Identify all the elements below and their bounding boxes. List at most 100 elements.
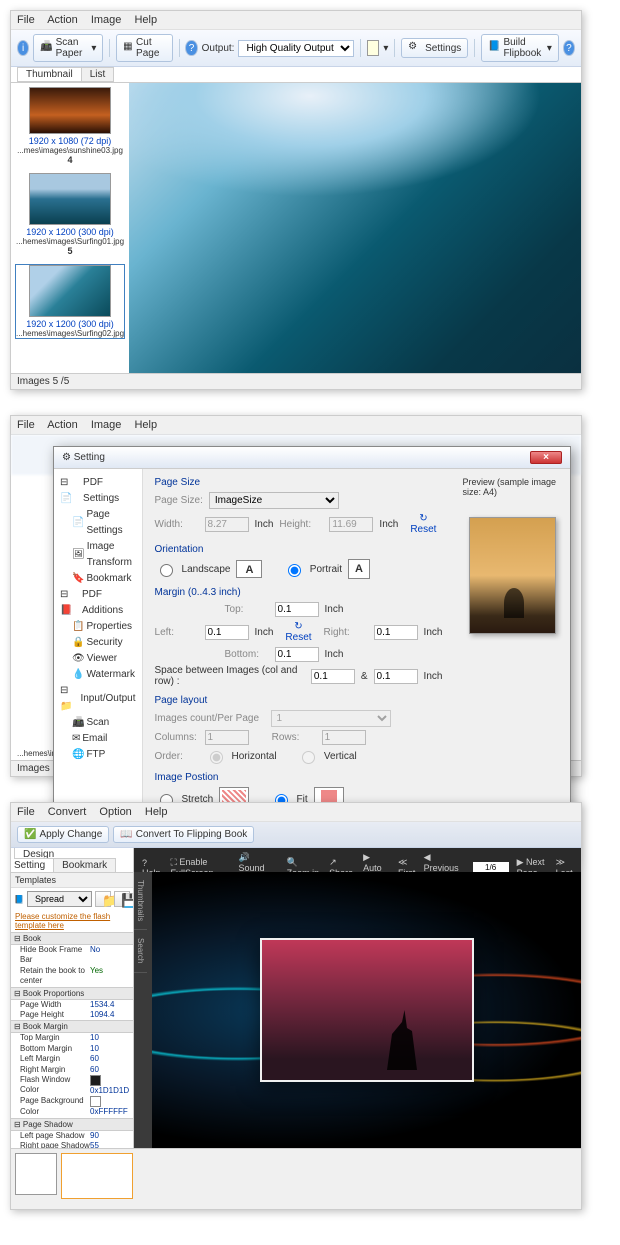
menu-file[interactable]: File [17, 419, 35, 431]
portrait-radio[interactable] [288, 564, 301, 577]
menu-bar: File Action Image Help [11, 416, 581, 435]
prop-row[interactable]: Page Height1094.4 [11, 1010, 133, 1020]
top-label: Top: [225, 604, 269, 615]
prop-row[interactable]: Retain the book to centerYes [11, 966, 133, 987]
preview-image [469, 517, 556, 634]
bottom-input[interactable] [275, 647, 319, 662]
reset-margin-button[interactable]: ↻ Reset [279, 620, 317, 644]
tree-page-settings[interactable]: 📄 Page Settings [72, 507, 136, 539]
settings-button[interactable]: ⚙Settings [401, 38, 468, 58]
flipbook-page[interactable] [260, 938, 474, 1082]
tree-watermark[interactable]: 💧 Watermark [72, 667, 136, 683]
menu-image[interactable]: Image [91, 419, 122, 431]
templates-header: Templates [11, 873, 133, 888]
prop-category[interactable]: ⊟ Book Proportions [11, 987, 133, 1000]
close-button[interactable]: × [530, 451, 562, 464]
landscape-radio[interactable] [160, 564, 173, 577]
output-info-icon[interactable]: ? [185, 40, 197, 56]
prop-row[interactable]: Bottom Margin10 [11, 1044, 133, 1054]
tree-security[interactable]: 🔒 Security [72, 635, 136, 651]
rows-label: Rows: [272, 732, 316, 743]
tab-thumbnail[interactable]: Thumbnail [17, 67, 82, 82]
prop-row[interactable]: Left Margin60 [11, 1054, 133, 1064]
prop-row[interactable]: Left page Shadow90 [11, 1131, 133, 1141]
thumbnail-item[interactable]: 1920 x 1080 (72 dpi) ...mes\images\sunsh… [15, 87, 125, 165]
output-select[interactable]: High Quality Output [238, 40, 354, 57]
space-col-input[interactable] [311, 669, 355, 684]
menu-file[interactable]: File [17, 806, 35, 818]
thumb-dimensions: 1920 x 1200 (300 dpi) [16, 319, 124, 329]
prop-row[interactable]: Right Margin60 [11, 1065, 133, 1075]
tree-viewer[interactable]: 👁 Viewer [72, 651, 136, 667]
help-icon[interactable]: ? [563, 40, 575, 56]
menu-bar: File Convert Option Help [11, 803, 581, 822]
menu-image[interactable]: Image [91, 14, 122, 26]
settings-tree: ⊟ 📄 PDF Settings 📄 Page Settings 🖼 Image… [54, 469, 143, 827]
thumbnail-item[interactable]: 1920 x 1200 (300 dpi) ...hemes\images\Su… [15, 173, 125, 256]
prop-row[interactable]: Page Width1534.4 [11, 1000, 133, 1010]
footer-thumb-large[interactable] [61, 1153, 133, 1199]
prop-row[interactable]: Hide Book Frame BarNo [11, 945, 133, 966]
tree-pdf-additions[interactable]: ⊟ 📕 PDF Additions [60, 587, 136, 619]
build-flipbook-button[interactable]: 📘Build Flipbook ▾ [481, 34, 559, 62]
footer-thumb[interactable] [15, 1153, 57, 1195]
right-input[interactable] [374, 625, 418, 640]
view-tabs: ThumbnailList [11, 67, 581, 83]
tree-image-transform[interactable]: 🖼 Image Transform [72, 539, 136, 571]
convert-button[interactable]: 📖 Convert To Flipping Book [113, 826, 254, 843]
dialog-titlebar: ⚙ Setting × [54, 447, 570, 469]
menu-option[interactable]: Option [99, 806, 131, 818]
tree-input-output[interactable]: ⊟ 📁 Input/Output [60, 683, 136, 715]
thumbnail-item[interactable]: 1920 x 1200 (300 dpi) ...hemes\images\Su… [15, 264, 125, 339]
prop-category[interactable]: ⊟ Book Margin [11, 1020, 133, 1033]
toolbar: i 📠Scan Paper ▾ ▦Cut Page ? Output: High… [11, 30, 581, 67]
reset-button[interactable]: ↻ Reset [404, 512, 442, 536]
customize-link[interactable]: Please customize the flash template here [11, 910, 133, 932]
tree-bookmark[interactable]: 🔖 Bookmark [72, 571, 136, 587]
prop-category[interactable]: ⊟ Page Shadow [11, 1118, 133, 1131]
thumb-path: ...mes\images\sunshine03.jpg [15, 146, 125, 155]
tree-scan[interactable]: 📠 Scan [72, 715, 136, 731]
prop-row[interactable]: Right page Shadow55 [11, 1141, 133, 1148]
menu-help[interactable]: Help [134, 14, 157, 26]
menu-file[interactable]: File [17, 14, 35, 26]
tree-pdf-settings[interactable]: ⊟ 📄 PDF Settings [60, 475, 136, 507]
thumb-path: ...hemes\images\Surfing01.jpg [15, 237, 125, 246]
info-icon[interactable]: i [17, 40, 29, 56]
top-input[interactable] [275, 602, 319, 617]
menu-bar: File Action Image Help [11, 11, 581, 30]
apply-change-button[interactable]: ✅ Apply Change [17, 826, 109, 843]
prop-row[interactable]: Flash Window Color 0x1D1D1D [11, 1075, 133, 1096]
landscape-label: Landscape [182, 564, 231, 575]
prop-row[interactable]: Page Background Color 0xFFFFFF [11, 1096, 133, 1117]
tree-ftp[interactable]: 🌐 FTP [72, 747, 136, 763]
cut-page-button[interactable]: ▦Cut Page [116, 34, 173, 62]
save-template-button[interactable]: 💾 [114, 891, 130, 907]
menu-help[interactable]: Help [134, 419, 157, 431]
template-select[interactable]: Spread [27, 891, 92, 907]
vtab-thumbnails[interactable]: Thumbnails [134, 872, 147, 930]
menu-convert[interactable]: Convert [48, 806, 87, 818]
prop-category[interactable]: ⊟ Book [11, 932, 133, 945]
tree-email[interactable]: ✉ Email [72, 731, 136, 747]
prop-row[interactable]: Top Margin10 [11, 1033, 133, 1043]
tab-design[interactable]: Design Setting [14, 848, 54, 873]
space-row-input[interactable] [374, 669, 418, 684]
menu-action[interactable]: Action [47, 14, 78, 26]
scan-paper-button[interactable]: 📠Scan Paper ▾ [33, 34, 103, 62]
property-list: ⊟ Book Hide Book Frame BarNoRetain the b… [11, 932, 133, 1148]
menu-help[interactable]: Help [145, 806, 168, 818]
status-bar: Images 5 /5 [11, 373, 581, 389]
tab-list[interactable]: List [81, 67, 115, 82]
height-label: Height: [279, 519, 323, 530]
import-template-button[interactable]: 📁 [95, 891, 111, 907]
vtab-search[interactable]: Search [134, 930, 147, 972]
tab-bookmark[interactable]: Bookmark [53, 858, 116, 873]
color-swatch[interactable] [367, 40, 379, 56]
right-label: Right: [324, 627, 368, 638]
menu-action[interactable]: Action [47, 419, 78, 431]
page-size-select[interactable]: ImageSize [209, 492, 339, 509]
count-label: Images count/Per Page [155, 713, 265, 724]
tree-properties[interactable]: 📋 Properties [72, 619, 136, 635]
left-input[interactable] [205, 625, 249, 640]
